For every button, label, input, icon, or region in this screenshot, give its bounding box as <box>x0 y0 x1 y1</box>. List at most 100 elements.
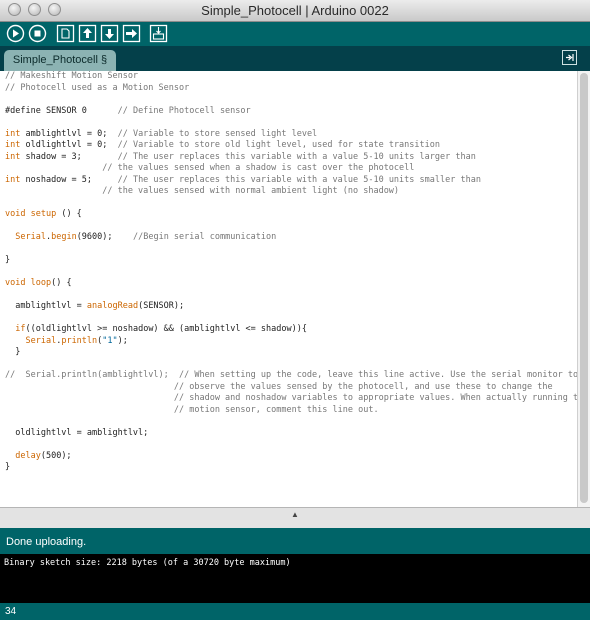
code-line[interactable]: if((oldlightlvl >= noshadow) && (ambligh… <box>5 324 577 336</box>
tab-bar: Simple_Photocell § <box>0 46 590 71</box>
code-comment: // The user replaces this variable with … <box>117 174 481 185</box>
code-comment: // motion sensor, comment this line out. <box>5 404 379 415</box>
code-line[interactable] <box>5 267 577 279</box>
code-keyword: int <box>5 140 21 150</box>
code-line[interactable]: Serial.begin(9600); //Begin serial commu… <box>5 232 577 244</box>
current-line-number: 34 <box>5 606 17 617</box>
save-button[interactable] <box>100 24 119 43</box>
tab-menu-button[interactable] <box>562 50 577 65</box>
code-token: oldlightlvl = amblightlvl; <box>5 427 149 438</box>
code-line[interactable]: // Makeshift Motion Sensor <box>5 71 577 83</box>
code-line[interactable]: int noshadow = 5; // The user replaces t… <box>5 175 577 187</box>
code-line[interactable] <box>5 439 577 451</box>
console-line: Binary sketch size: 2218 bytes (of a 307… <box>4 558 291 568</box>
code-comment: // Serial.println(amblightlvl); // When … <box>5 370 577 380</box>
code-line[interactable]: int shadow = 3; // The user replaces thi… <box>5 152 577 164</box>
serial-monitor-icon <box>149 24 168 43</box>
code-keyword: int <box>5 174 21 185</box>
splitter-up-arrow-icon[interactable]: ▲ <box>291 510 299 519</box>
code-line[interactable]: int oldlightlvl = 0; // Variable to stor… <box>5 140 577 152</box>
footer-bar: 34 <box>0 603 590 620</box>
new-button[interactable] <box>56 24 75 43</box>
console-output: Binary sketch size: 2218 bytes (of a 307… <box>0 554 590 603</box>
code-line[interactable] <box>5 198 577 210</box>
code-line[interactable]: // observe the values sensed by the phot… <box>5 382 577 394</box>
code-comment: // The user replaces this variable with … <box>117 151 476 162</box>
code-keyword: Serial <box>25 335 57 346</box>
code-line[interactable] <box>5 117 577 129</box>
verify-button[interactable] <box>6 24 25 43</box>
code-line[interactable] <box>5 290 577 302</box>
code-keyword: begin <box>51 232 77 242</box>
code-comment: // Photocell used as a Motion Sensor <box>5 82 190 93</box>
code-token: shadow = 3; <box>20 151 118 162</box>
code-comment: // the values sensed when a shadow is ca… <box>102 163 415 173</box>
code-line[interactable]: // the values sensed with normal ambient… <box>5 186 577 198</box>
open-button[interactable] <box>78 24 97 43</box>
code-line[interactable] <box>5 94 577 106</box>
code-line[interactable]: } <box>5 255 577 267</box>
upload-button[interactable] <box>122 24 141 43</box>
code-keyword: void <box>5 209 26 219</box>
code-token: ); <box>117 335 128 346</box>
code-keyword: Serial <box>15 232 46 242</box>
code-keyword: setup <box>30 209 57 219</box>
code-token: } <box>5 255 11 265</box>
verify-icon <box>6 24 25 43</box>
new-icon <box>56 24 75 43</box>
code-token: } <box>5 462 11 472</box>
open-icon <box>78 24 97 43</box>
code-token: amblightlvl = <box>5 301 87 311</box>
code-line[interactable] <box>5 313 577 325</box>
code-line[interactable] <box>5 221 577 233</box>
code-line[interactable]: amblightlvl = analogRead(SENSOR); <box>5 301 577 313</box>
code-line[interactable] <box>5 416 577 428</box>
code-string: "1" <box>102 335 118 346</box>
editor-scrollbar-thumb[interactable] <box>580 73 588 503</box>
window-titlebar: Simple_Photocell | Arduino 0022 <box>0 0 590 22</box>
tab-simple-photocell[interactable]: Simple_Photocell § <box>4 50 116 71</box>
code-line[interactable]: void setup () { <box>5 209 577 221</box>
code-line[interactable]: // Photocell used as a Motion Sensor <box>5 83 577 95</box>
code-comment: // shadow and noshadow variables to appr… <box>5 393 577 403</box>
code-comment: // observe the values sensed by the phot… <box>5 381 553 392</box>
editor-vertical-scrollbar[interactable] <box>577 71 590 507</box>
code-comment: // Makeshift Motion Sensor <box>5 71 139 81</box>
code-keyword: int <box>5 151 21 162</box>
code-line[interactable]: } <box>5 462 577 474</box>
serial-monitor-button[interactable] <box>149 24 168 43</box>
code-text[interactable]: // Makeshift Motion Sensor// Photocell u… <box>0 71 577 474</box>
code-line[interactable]: delay(500); <box>5 451 577 463</box>
code-line[interactable]: Serial.println("1"); <box>5 336 577 348</box>
code-line[interactable]: // the values sensed when a shadow is ca… <box>5 163 577 175</box>
code-token: } <box>5 347 21 357</box>
code-token: noshadow = 5; <box>20 174 118 185</box>
code-token: () { <box>56 209 82 219</box>
code-line[interactable]: // shadow and noshadow variables to appr… <box>5 393 577 405</box>
stop-button[interactable] <box>28 24 47 43</box>
code-line[interactable]: } <box>5 347 577 359</box>
code-line[interactable]: // motion sensor, comment this line out. <box>5 405 577 417</box>
code-line[interactable]: // Serial.println(amblightlvl); // When … <box>5 370 577 382</box>
code-keyword: println <box>61 335 98 346</box>
code-keyword: delay <box>15 450 41 461</box>
code-token: (SENSOR); <box>138 301 185 311</box>
code-line[interactable] <box>5 244 577 256</box>
code-comment: // Variable to store old light level, us… <box>117 140 440 150</box>
console-splitter[interactable]: ▲ <box>0 507 590 528</box>
code-line[interactable]: oldlightlvl = amblightlvl; <box>5 428 577 440</box>
code-line[interactable]: void loop() { <box>5 278 577 290</box>
toolbar <box>0 22 590 46</box>
code-editor[interactable]: // Makeshift Motion Sensor// Photocell u… <box>0 71 577 507</box>
status-message: Done uploading. <box>6 536 87 548</box>
code-line[interactable] <box>5 359 577 371</box>
stop-icon <box>28 24 47 43</box>
code-keyword: loop <box>30 278 52 288</box>
code-line[interactable]: int amblightlvl = 0; // Variable to stor… <box>5 129 577 141</box>
code-line[interactable]: #define SENSOR 0 // Define Photocell sen… <box>5 106 577 118</box>
